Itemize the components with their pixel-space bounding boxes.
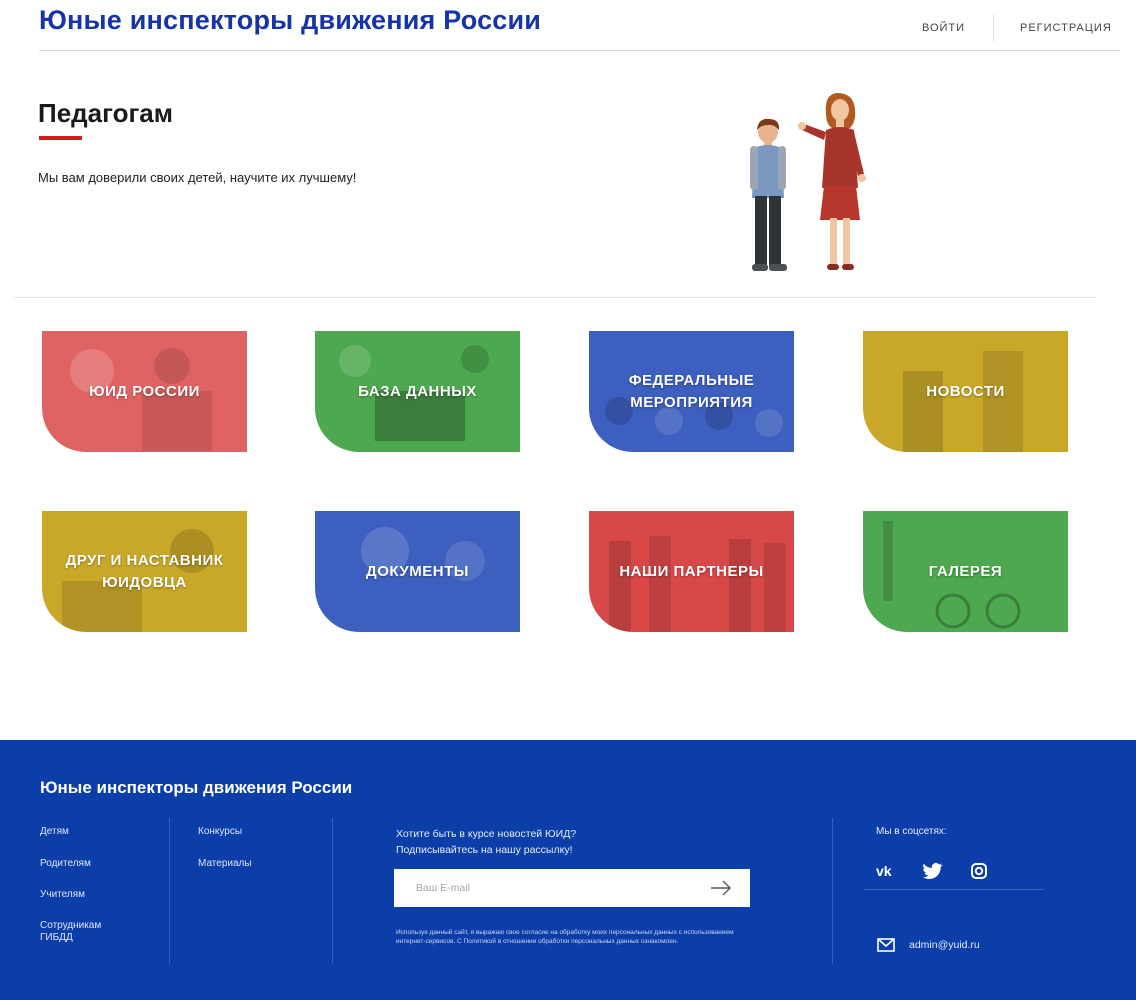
social-title: Мы в соцсетях:: [876, 826, 947, 837]
page-title: Педагогам: [38, 98, 174, 128]
footer-link-materials[interactable]: Материалы: [198, 858, 252, 870]
footer: Юные инспекторы движения России Детям Ро…: [0, 740, 1136, 1000]
nav-divider: [993, 14, 994, 42]
tile-database[interactable]: БАЗА ДАННЫХ: [315, 331, 520, 452]
tile-label: НАШИ ПАРТНЕРЫ: [619, 562, 764, 580]
footer-divider: [832, 818, 833, 964]
subscribe-line-2: Подписывайтесь на нашу рассылку!: [396, 844, 573, 856]
page-subtitle: Мы вам доверили своих детей, научите их …: [38, 170, 357, 185]
contact-email-row: admin@yuid.ru: [877, 938, 980, 952]
footer-nav-col-2: Конкурсы Материалы: [198, 818, 252, 870]
footer-link-kids[interactable]: Детям: [40, 826, 120, 838]
tile-documents[interactable]: ДОКУМЕНТЫ: [315, 511, 520, 632]
contact-email[interactable]: admin@yuid.ru: [909, 939, 980, 951]
twitter-icon[interactable]: [922, 862, 944, 880]
tile-label: НОВОСТИ: [926, 382, 1005, 400]
subscribe-text: Хотите быть в курсе новостей ЮИД? Подпис…: [396, 826, 656, 858]
footer-link-gibdd[interactable]: Сотрудникам ГИБДД: [40, 920, 120, 944]
social-divider: [864, 889, 1044, 890]
login-link[interactable]: ВОЙТИ: [922, 22, 965, 34]
header: Юные инспекторы движения России ВОЙТИ РЕ…: [0, 0, 1136, 52]
email-subscribe-form: [394, 869, 750, 907]
teacher-student-illustration: [750, 93, 866, 271]
subscribe-line-1: Хотите быть в курсе новостей ЮИД?: [396, 828, 577, 840]
footer-divider: [169, 818, 170, 964]
svg-text:vk: vk: [876, 863, 892, 879]
tile-label: ЮИД РОССИИ: [89, 382, 200, 400]
footer-nav-col-1: Детям Родителям Учителям Сотрудникам ГИБ…: [40, 818, 120, 944]
tile-label: ГАЛЕРЕЯ: [928, 562, 1003, 580]
tile-label: ДОКУМЕНТЫ: [366, 562, 469, 580]
footer-link-teachers[interactable]: Учителям: [40, 889, 120, 901]
tile-news[interactable]: НОВОСТИ: [863, 331, 1068, 452]
footer-divider: [332, 818, 333, 964]
title-underline: [39, 136, 82, 140]
footer-link-parents[interactable]: Родителям: [40, 858, 120, 870]
email-input[interactable]: [394, 869, 694, 907]
tile-yuid-russia[interactable]: ЮИД РОССИИ: [42, 331, 247, 452]
instagram-icon[interactable]: [968, 862, 990, 880]
envelope-icon: [877, 938, 895, 952]
hero-divider: [14, 297, 1096, 298]
footer-title: Юные инспекторы движения России: [40, 778, 353, 797]
tile-friend-mentor[interactable]: ДРУГ И НАСТАВНИК ЮИДОВЦА: [42, 511, 247, 632]
vk-icon[interactable]: vk: [876, 862, 898, 880]
tile-label: ФЕДЕРАЛЬНЫЕ МЕРОПРИЯТИЯ: [628, 371, 755, 411]
header-divider: [39, 50, 1120, 51]
tile-partners[interactable]: НАШИ ПАРТНЕРЫ: [589, 511, 794, 632]
consent-text: Используя данный сайт, я выражаю свое со…: [396, 929, 734, 945]
site-title-link[interactable]: Юные инспекторы движения России: [39, 5, 541, 36]
tile-label: БАЗА ДАННЫХ: [358, 382, 477, 400]
tile-label: ДРУГ И НАСТАВНИК ЮИДОВЦА: [65, 551, 224, 591]
tile-gallery[interactable]: ГАЛЕРЕЯ: [863, 511, 1068, 632]
footer-link-contests[interactable]: Конкурсы: [198, 826, 252, 838]
social-icons: vk: [876, 862, 990, 880]
arrow-right-icon[interactable]: [710, 880, 732, 896]
register-link[interactable]: РЕГИСТРАЦИЯ: [1020, 22, 1112, 34]
tile-federal-events[interactable]: ФЕДЕРАЛЬНЫЕ МЕРОПРИЯТИЯ: [589, 331, 794, 452]
